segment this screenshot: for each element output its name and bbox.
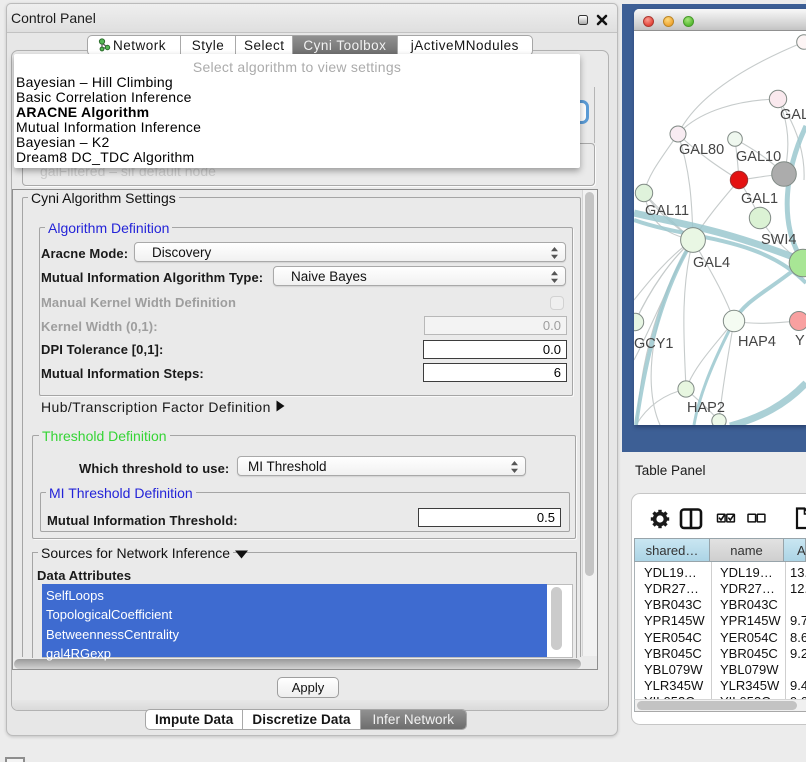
svg-text:GAL80: GAL80 <box>679 142 724 158</box>
svg-text:GAL: GAL <box>780 107 806 123</box>
svg-text:GAL4: GAL4 <box>693 255 730 271</box>
svg-text:GAL10: GAL10 <box>736 149 781 165</box>
svg-text:SWI4: SWI4 <box>761 232 796 248</box>
svg-text:HAP4: HAP4 <box>738 334 776 350</box>
svg-text:Y: Y <box>795 333 805 349</box>
svg-text:GAL1: GAL1 <box>741 191 778 207</box>
svg-text:GCY1: GCY1 <box>634 336 674 352</box>
svg-text:GAL11: GAL11 <box>645 203 689 219</box>
svg-text:HAP2: HAP2 <box>687 400 725 416</box>
